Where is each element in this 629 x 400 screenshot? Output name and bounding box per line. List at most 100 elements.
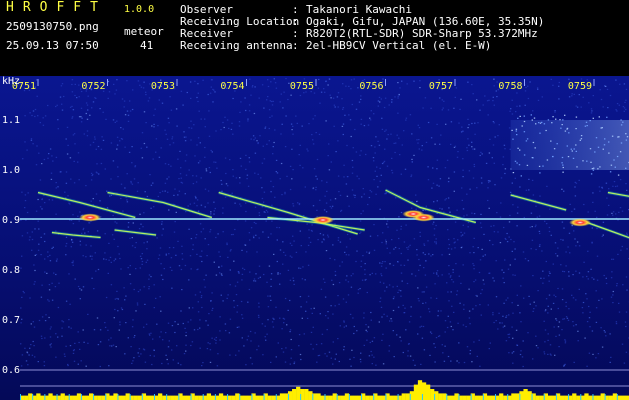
noise-speck — [90, 245, 92, 247]
noise-speck — [190, 127, 193, 129]
noise-speck — [482, 279, 484, 281]
noise-speck — [529, 303, 531, 305]
noise-speck — [493, 85, 495, 87]
noise-speck — [567, 246, 569, 248]
noise-speck — [609, 333, 611, 335]
noise-speck — [472, 246, 474, 248]
noise-speck — [316, 178, 318, 180]
noise-speck — [249, 330, 252, 333]
activity-bar — [474, 395, 479, 400]
noise-speck — [167, 322, 170, 324]
noise-speck — [292, 169, 294, 171]
noise-speck — [317, 87, 320, 89]
noise-speck — [145, 261, 147, 263]
noise-speck — [435, 224, 437, 227]
noise-speck — [67, 144, 69, 146]
noise-speck — [254, 332, 256, 334]
noise-speck — [261, 323, 264, 325]
noise-speck — [215, 236, 217, 239]
noise-speck — [365, 278, 367, 281]
activity-bar — [413, 384, 419, 400]
noise-speck — [545, 298, 548, 300]
noise-speck — [535, 305, 537, 307]
noise-speck — [354, 194, 356, 196]
noise-speck — [197, 210, 200, 212]
noise-speck — [72, 352, 75, 354]
noise-speck — [513, 241, 515, 243]
activity-bar-marker — [616, 394, 618, 400]
noise-speck — [297, 202, 299, 204]
noise-speck — [215, 130, 217, 132]
noise-speck — [204, 286, 206, 288]
noise-speck — [124, 114, 127, 116]
noise-speck — [555, 253, 557, 255]
noise-speck — [144, 191, 146, 193]
noise-speck — [469, 323, 471, 325]
noise-speck — [419, 235, 421, 237]
noise-speck — [114, 298, 117, 300]
noise-speck — [472, 263, 474, 265]
noise-speck — [114, 308, 116, 311]
noise-speck — [515, 111, 517, 113]
noise-speck — [139, 289, 141, 291]
noise-speck — [396, 229, 398, 231]
noise-speck — [605, 85, 607, 87]
noise-speck — [205, 274, 207, 276]
noise-speck — [400, 264, 402, 266]
noise-speck — [499, 216, 502, 218]
noise-speck — [626, 289, 628, 291]
noise-speck — [372, 157, 375, 159]
noise-speck — [529, 226, 531, 228]
noise-speck — [441, 274, 443, 276]
noise-speck — [290, 338, 292, 341]
noise-speck — [612, 211, 615, 213]
noise-speck — [211, 337, 213, 339]
noise-speck — [232, 133, 234, 135]
activity-bar — [267, 395, 272, 400]
noise-speck — [114, 258, 117, 260]
noise-speck — [375, 273, 377, 275]
noise-speck — [142, 226, 144, 228]
noise-speck — [311, 312, 313, 314]
noise-speck — [214, 207, 216, 210]
noise-speck — [91, 174, 93, 177]
noise-speck — [30, 323, 32, 325]
noise-speck — [523, 297, 525, 299]
noise-speck — [502, 315, 504, 317]
noise-speck — [153, 355, 155, 357]
noise-speck — [195, 196, 197, 199]
noise-speck — [199, 327, 201, 329]
noise-speck — [327, 317, 329, 319]
noise-speck — [257, 142, 259, 145]
noise-speck — [355, 108, 358, 110]
noise-speck — [616, 103, 619, 105]
noise-speck — [561, 329, 563, 331]
noise-speck — [610, 277, 613, 279]
noise-speck — [39, 122, 41, 124]
noise-speck — [65, 254, 67, 256]
noise-speck — [161, 234, 163, 236]
noise-speck — [159, 336, 161, 338]
noise-speck — [223, 126, 225, 129]
noise-speck — [533, 117, 536, 119]
noise-speck — [479, 304, 481, 306]
noise-speck — [544, 220, 546, 222]
noise-speck — [626, 189, 628, 191]
activity-bar — [170, 395, 175, 400]
noise-speck — [199, 160, 201, 162]
noise-speck — [291, 178, 293, 180]
noise-speck — [505, 315, 508, 317]
noise-speck — [425, 141, 428, 143]
noise-speck — [602, 221, 605, 223]
noise-speck — [140, 223, 142, 225]
noise-speck — [606, 88, 609, 90]
noise-speck — [119, 324, 121, 326]
noise-speck — [329, 257, 331, 259]
noise-speck — [150, 276, 152, 278]
noise-speck — [476, 355, 478, 357]
noise-speck — [292, 235, 294, 237]
noise-speck — [65, 236, 68, 238]
noise-speck — [370, 311, 372, 314]
noise-speck — [563, 190, 565, 192]
noise-speck — [131, 362, 133, 364]
